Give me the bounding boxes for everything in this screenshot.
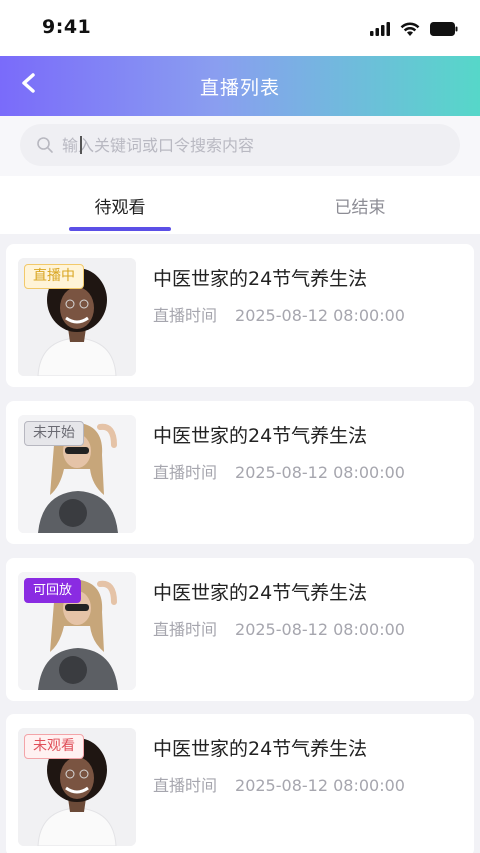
time-value: 2025-08-12 08:00:00 (235, 463, 405, 482)
live-card[interactable]: 未观看 中医世家的24节气养生法 直播时间 2025-08-12 08:00:00 (6, 714, 474, 853)
status-icons (370, 20, 458, 38)
live-card[interactable]: 可回放 中医世家的24节气养生法 直播时间 2025-08-12 08:00:00 (6, 558, 474, 701)
time-value: 2025-08-12 08:00:00 (235, 776, 405, 795)
time-label: 直播时间 (153, 620, 218, 639)
time-label: 直播时间 (153, 776, 218, 795)
cover-image: 未开始 (18, 415, 136, 533)
search-input[interactable] (62, 130, 432, 160)
search-icon (37, 137, 53, 153)
live-title: 中医世家的24节气养生法 (153, 738, 368, 760)
live-time: 直播时间 2025-08-12 08:00:00 (153, 459, 405, 483)
cover-image: 直播中 (18, 258, 136, 376)
time-label: 直播时间 (153, 306, 218, 325)
live-title: 中医世家的24节气养生法 (153, 425, 368, 447)
status-badge: 直播中 (24, 264, 84, 289)
header-bar: 直播列表 (0, 56, 480, 116)
live-card[interactable]: 直播中 中医世家的24节气养生法 直播时间 2025-08-12 08:00:00 (6, 244, 474, 387)
status-badge: 未开始 (24, 421, 84, 446)
live-time: 直播时间 2025-08-12 08:00:00 (153, 772, 405, 796)
status-time: 9:41 (42, 16, 92, 38)
search-box[interactable] (20, 124, 460, 166)
time-value: 2025-08-12 08:00:00 (235, 620, 405, 639)
time-label: 直播时间 (153, 463, 218, 482)
signal-icon (370, 22, 390, 36)
cover-image: 可回放 (18, 572, 136, 690)
status-badge: 未观看 (24, 734, 84, 759)
live-title: 中医世家的24节气养生法 (153, 268, 368, 290)
live-time: 直播时间 2025-08-12 08:00:00 (153, 302, 405, 326)
live-time: 直播时间 2025-08-12 08:00:00 (153, 616, 405, 640)
time-value: 2025-08-12 08:00:00 (235, 306, 405, 325)
cover-image: 未观看 (18, 728, 136, 846)
wifi-icon (400, 21, 420, 36)
battery-icon (430, 22, 458, 36)
tab-bar: 待观看 已结束 (0, 176, 480, 234)
live-title: 中医世家的24节气养生法 (153, 582, 368, 604)
search-area (0, 116, 480, 176)
tab-ended[interactable]: 已结束 (240, 176, 480, 234)
tab-to-watch[interactable]: 待观看 (0, 176, 240, 234)
active-tab-indicator (69, 227, 171, 231)
text-cursor (80, 136, 82, 154)
status-bar: 9:41 (0, 0, 480, 56)
page-title: 直播列表 (199, 77, 280, 99)
status-badge: 可回放 (24, 578, 82, 603)
live-card[interactable]: 未开始 中医世家的24节气养生法 直播时间 2025-08-12 08:00:00 (6, 401, 474, 544)
